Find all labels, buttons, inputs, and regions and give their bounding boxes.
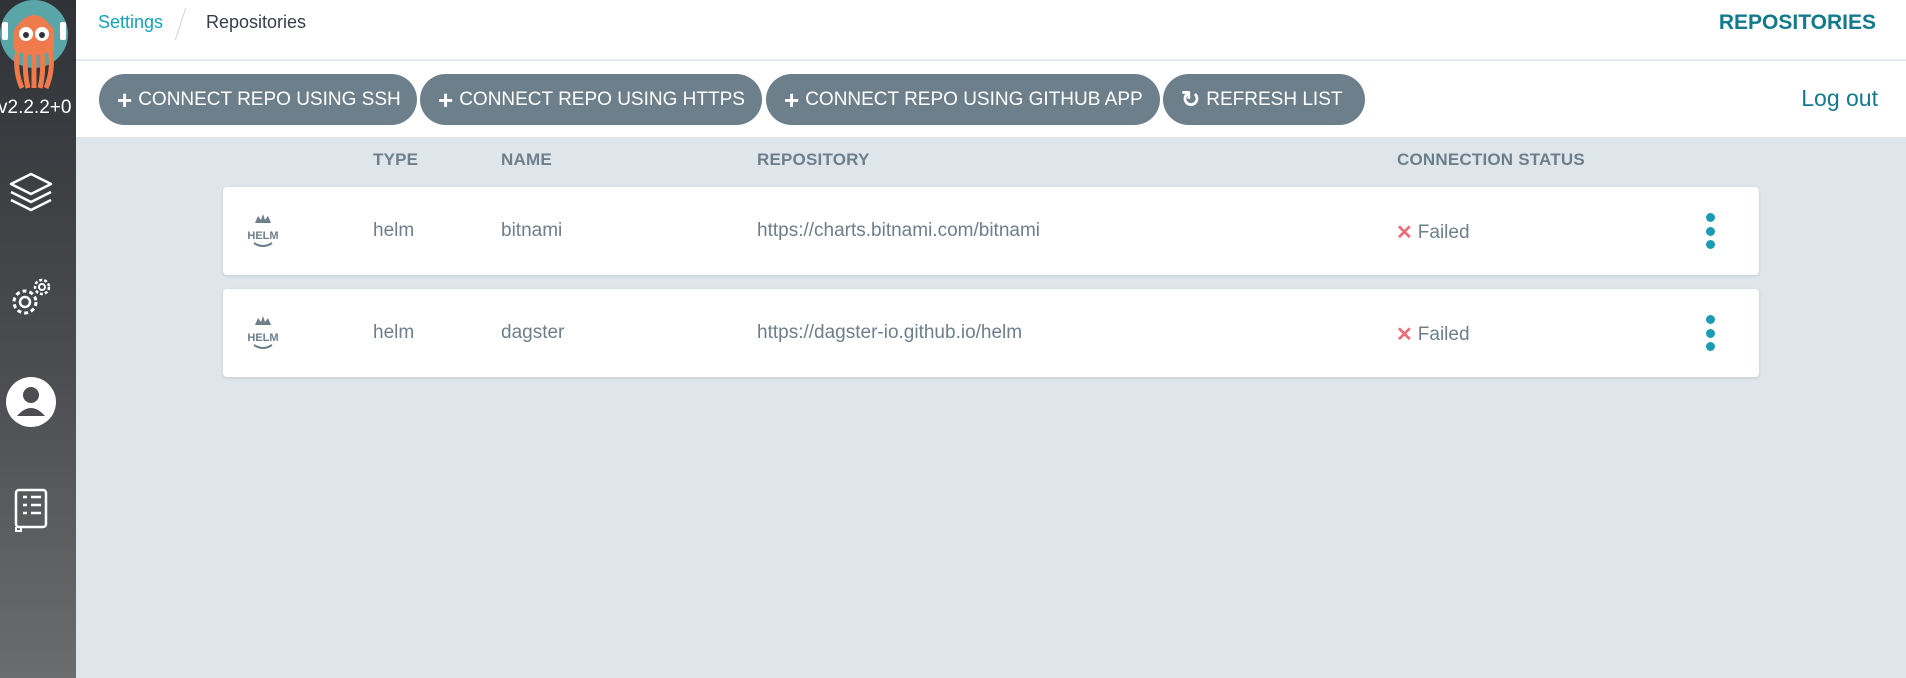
- failed-icon: ✕: [1396, 222, 1413, 244]
- plus-icon: +: [117, 84, 133, 115]
- repo-type: helm: [373, 220, 415, 241]
- breadcrumb-separator: [174, 7, 187, 41]
- column-header-name: NAME: [501, 150, 552, 169]
- table-row[interactable]: HELM helm bitnami https://charts.bitnami…: [223, 187, 1759, 275]
- repo-name: bitnami: [501, 220, 563, 241]
- plus-icon: +: [784, 84, 800, 115]
- row-actions-menu-icon[interactable]: [1703, 213, 1717, 249]
- connect-repo-ssh-label: CONNECT REPO USING SSH: [138, 88, 401, 110]
- connection-status: ✕ Failed: [1396, 322, 1470, 347]
- helm-icon: HELM: [247, 214, 279, 247]
- repo-url: https://dagster-io.github.io/helm: [757, 322, 1023, 343]
- connect-repo-https-label: CONNECT REPO USING HTTPS: [459, 88, 745, 110]
- refresh-list-button[interactable]: ↻ REFRESH LIST: [1163, 74, 1365, 125]
- connection-status: ✕ Failed: [1396, 220, 1470, 245]
- connect-repo-github-app-label: CONNECT REPO USING GITHUB APP: [805, 88, 1143, 110]
- svg-text:HELM: HELM: [247, 332, 278, 344]
- breadcrumb-current: Repositories: [206, 12, 307, 32]
- plus-icon: +: [438, 84, 454, 115]
- connection-status-label: Failed: [1417, 323, 1470, 345]
- breadcrumb-settings-link[interactable]: Settings: [98, 12, 163, 33]
- column-header-type: TYPE: [373, 150, 419, 169]
- user-icon: [6, 377, 56, 427]
- sidebar: v2.2.2+0: [0, 0, 76, 678]
- connect-repo-github-app-button[interactable]: + CONNECT REPO USING GITHUB APP: [766, 74, 1160, 125]
- sidebar-item-user-info[interactable]: [0, 370, 62, 434]
- gears-icon: [12, 278, 51, 315]
- failed-icon: ✕: [1396, 324, 1413, 346]
- version-label: v2.2.2+0: [0, 97, 72, 118]
- top-bar: Settings Repositories REPOSITORIES: [76, 0, 1906, 60]
- table-header: TYPE NAME REPOSITORY CONNECTION STATUS: [0, 150, 1906, 170]
- repo-url: https://charts.bitnami.com/bitnami: [757, 220, 1040, 241]
- repo-name: dagster: [501, 322, 565, 343]
- argo-logo[interactable]: [0, 0, 68, 90]
- sidebar-item-documentation[interactable]: [0, 478, 62, 542]
- refresh-icon: ↻: [1181, 86, 1201, 112]
- repo-type: helm: [373, 322, 415, 343]
- svg-text:HELM: HELM: [247, 230, 278, 242]
- column-header-repository: REPOSITORY: [757, 150, 870, 169]
- helm-icon: HELM: [247, 316, 279, 349]
- table-row[interactable]: HELM helm dagster https://dagster-io.git…: [223, 289, 1759, 377]
- row-actions-menu-icon[interactable]: [1703, 315, 1717, 351]
- sidebar-item-applications[interactable]: [0, 162, 62, 226]
- refresh-list-label: REFRESH LIST: [1206, 88, 1343, 110]
- logout-link[interactable]: Log out: [1801, 85, 1878, 112]
- layers-icon: [9, 172, 53, 212]
- connect-repo-ssh-button[interactable]: + CONNECT REPO USING SSH: [99, 74, 417, 125]
- connect-repo-https-button[interactable]: + CONNECT REPO USING HTTPS: [420, 74, 762, 125]
- toolbar: + CONNECT REPO USING SSH + CONNECT REPO …: [76, 61, 1906, 137]
- sidebar-item-settings[interactable]: [0, 266, 62, 330]
- column-header-connection-status: CONNECTION STATUS: [1397, 150, 1585, 169]
- connection-status-label: Failed: [1417, 221, 1470, 243]
- page-title: REPOSITORIES: [1718, 11, 1876, 34]
- docs-icon: [14, 488, 48, 532]
